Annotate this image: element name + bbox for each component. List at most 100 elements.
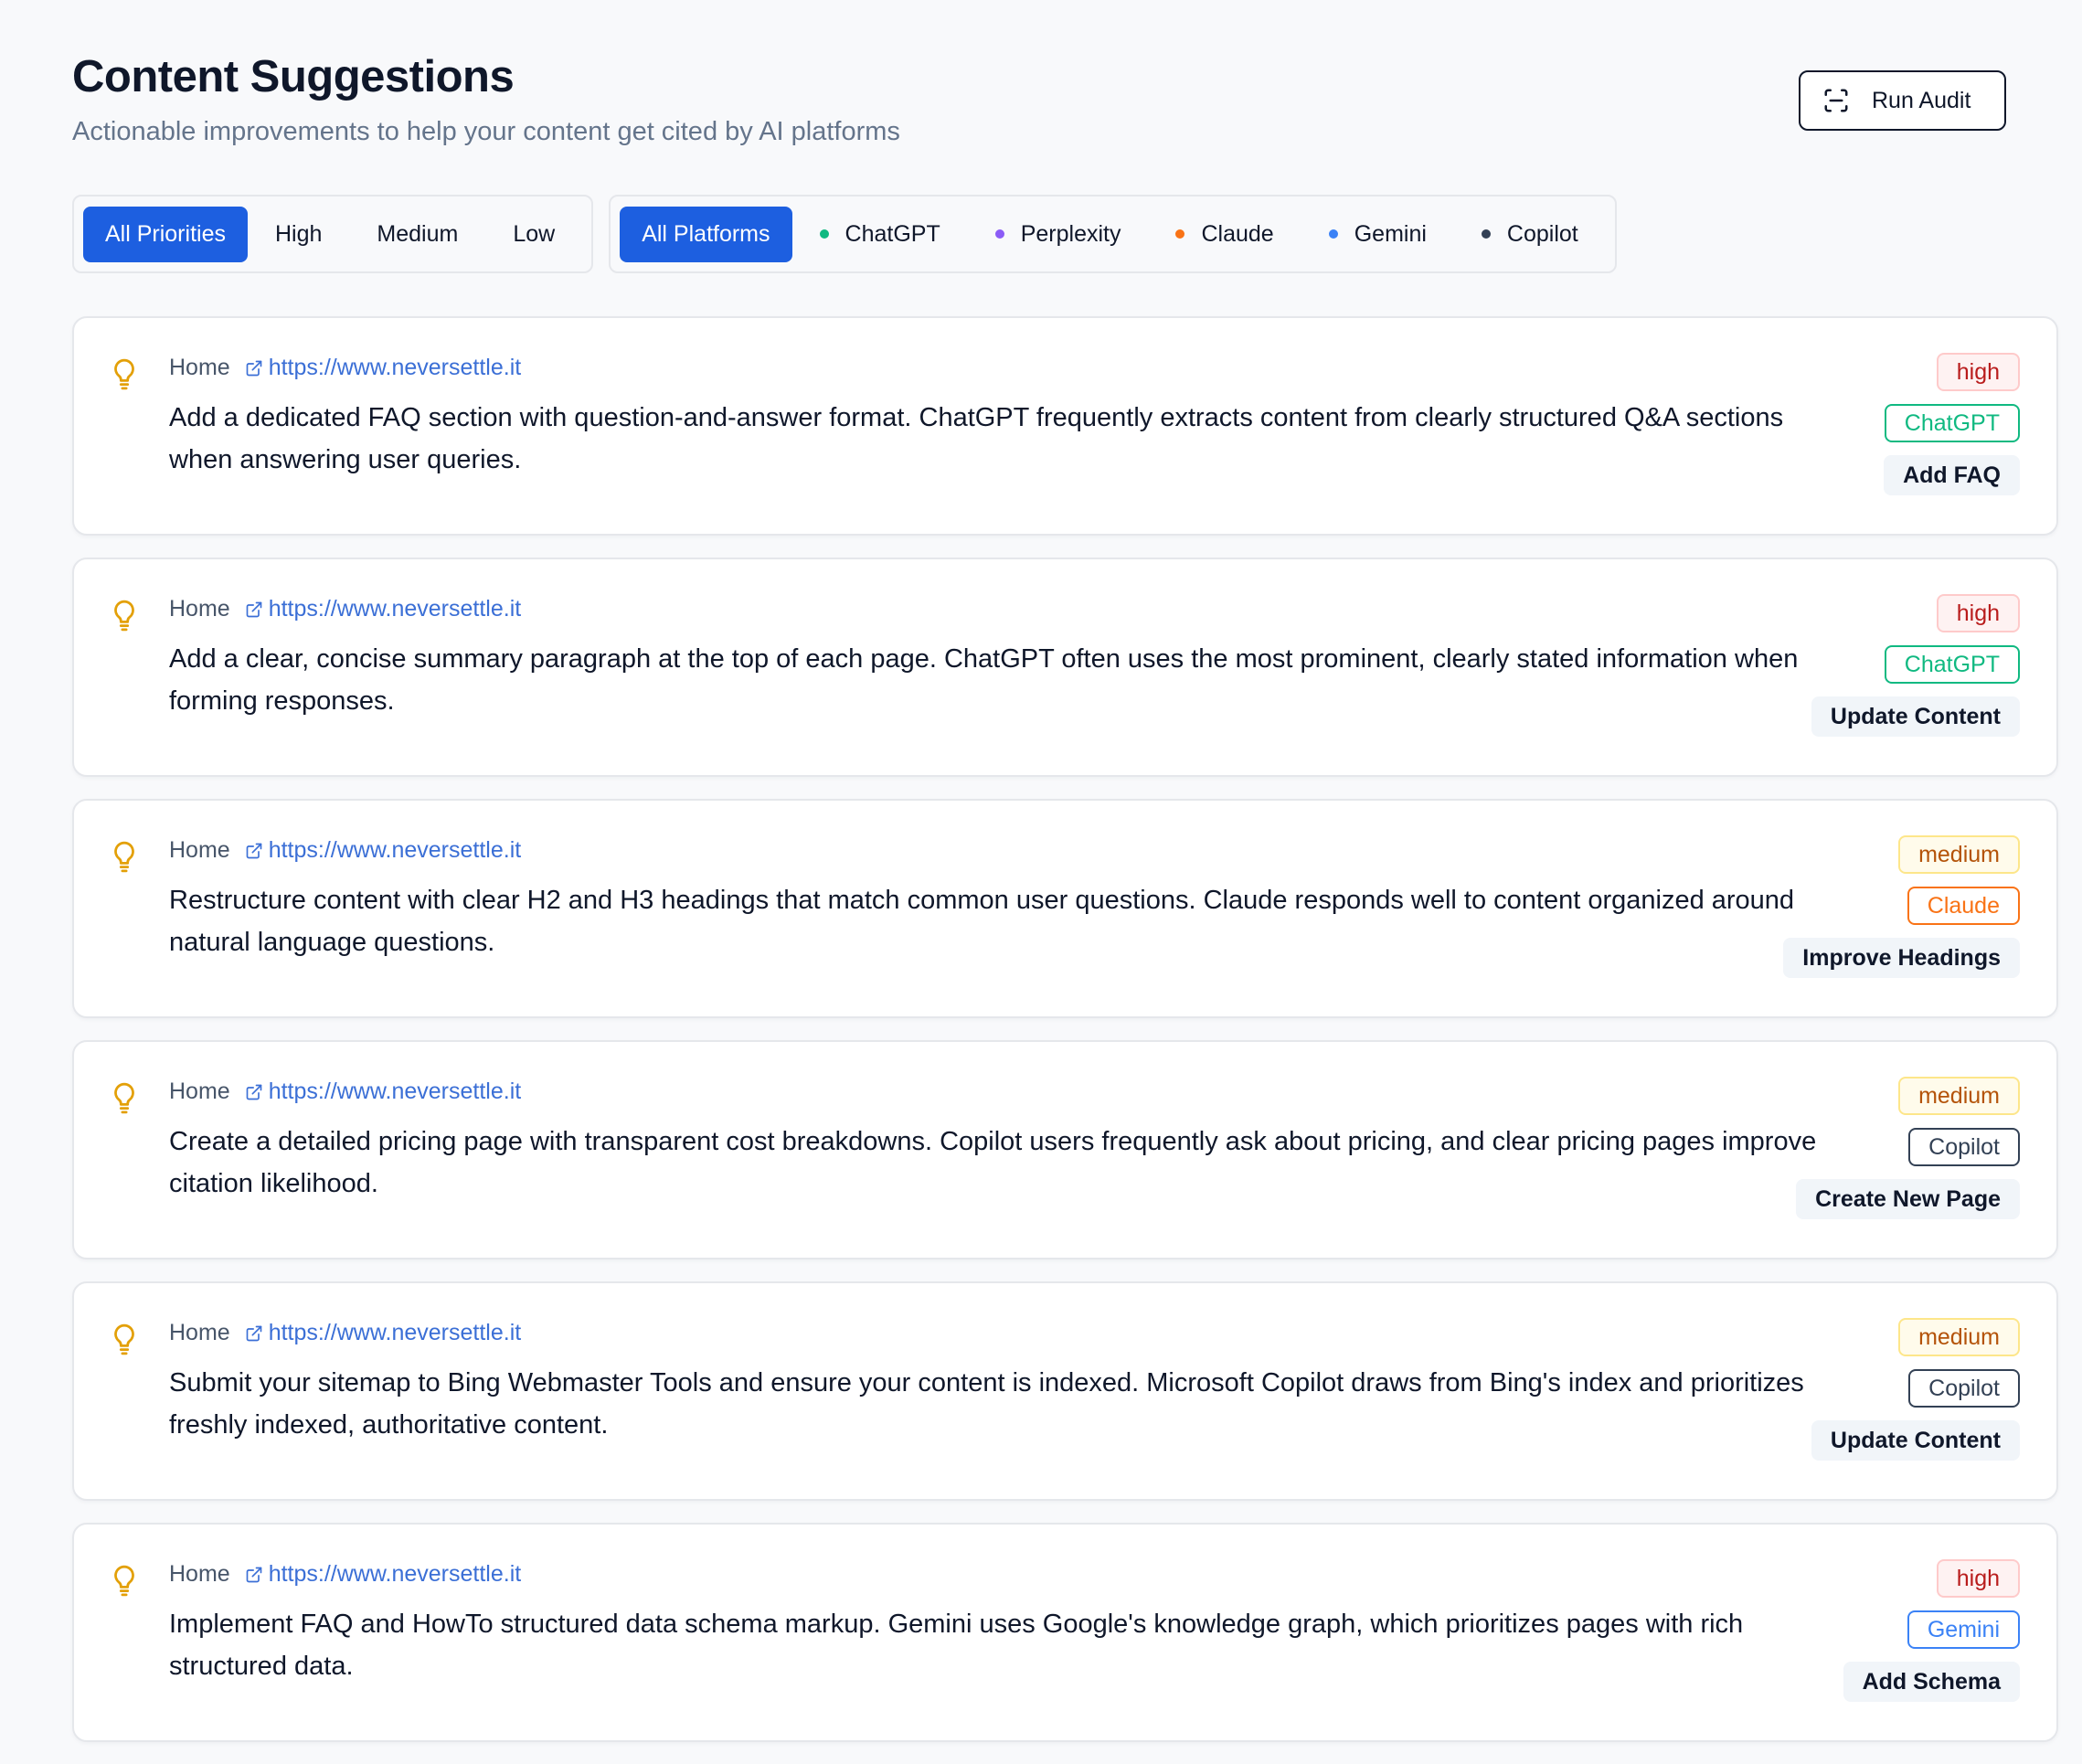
action-button[interactable]: Add FAQ bbox=[1884, 455, 2020, 495]
suggestion-meta: Home https://www.neversettle.it bbox=[169, 1320, 521, 1346]
external-link-icon bbox=[246, 1084, 262, 1100]
priority-filter-medium[interactable]: Medium bbox=[349, 207, 485, 262]
suggestion-tags: medium Claude Improve Headings bbox=[1783, 835, 2020, 978]
page-header: Content Suggestions Actionable improveme… bbox=[72, 0, 2010, 183]
filter-label: High bbox=[274, 220, 323, 247]
platform-badge: Copilot bbox=[1908, 1369, 2020, 1408]
external-link-icon bbox=[246, 360, 262, 376]
priority-badge: high bbox=[1936, 1559, 2020, 1598]
page-url: https://www.neversettle.it bbox=[268, 596, 522, 622]
page-url-link[interactable]: https://www.neversettle.it bbox=[245, 355, 522, 381]
filter-bar: All Priorities High Medium Low All Platform… bbox=[72, 195, 1617, 273]
platform-dot-icon bbox=[1481, 229, 1491, 239]
scan-icon bbox=[1824, 89, 1848, 112]
suggestion-tags: high Gemini Add Schema bbox=[1843, 1559, 2020, 1702]
filter-label: Claude bbox=[1201, 220, 1274, 247]
suggestion-card: Home https://www.neversettle.it Add a de… bbox=[72, 316, 2058, 536]
priority-badge: high bbox=[1936, 353, 2020, 391]
suggestion-meta: Home https://www.neversettle.it bbox=[169, 355, 521, 381]
filter-label: All Priorities bbox=[105, 220, 226, 247]
suggestion-text: Restructure content with clear H2 and H3… bbox=[169, 886, 1795, 957]
suggestion-meta: Home https://www.neversettle.it bbox=[169, 1561, 521, 1588]
platform-filter-group: All Platforms ChatGPT Perplexity Claude Gemi… bbox=[609, 195, 1617, 273]
run-audit-button[interactable]: Run Audit bbox=[1799, 70, 2006, 131]
suggestion-card: Home https://www.neversettle.it Submit y… bbox=[72, 1281, 2058, 1501]
suggestion-text: Add a dedicated FAQ section with questio… bbox=[169, 403, 1784, 474]
page-name: Home bbox=[169, 1561, 230, 1587]
page-url-link[interactable]: https://www.neversettle.it bbox=[245, 1079, 522, 1105]
lightbulb-icon bbox=[114, 841, 134, 873]
suggestion-tags: high ChatGPT Update Content bbox=[1811, 594, 2020, 737]
lightbulb-icon bbox=[114, 358, 134, 390]
page-url: https://www.neversettle.it bbox=[268, 355, 522, 380]
page-name: Home bbox=[169, 596, 230, 622]
action-button[interactable]: Add Schema bbox=[1843, 1662, 2020, 1702]
priority-filter-low[interactable]: Low bbox=[485, 207, 582, 262]
priority-badge: medium bbox=[1898, 835, 2020, 874]
suggestion-tags: medium Copilot Create New Page bbox=[1796, 1077, 2020, 1219]
filter-label: Perplexity bbox=[1020, 220, 1121, 247]
platform-dot-icon bbox=[1175, 229, 1185, 239]
platform-badge: Copilot bbox=[1908, 1128, 2020, 1166]
filter-label: Low bbox=[513, 220, 556, 247]
page-url: https://www.neversettle.it bbox=[268, 1079, 522, 1104]
suggestion-text: Implement FAQ and HowTo structured data … bbox=[169, 1610, 1744, 1681]
action-button[interactable]: Create New Page bbox=[1796, 1179, 2020, 1219]
action-button[interactable]: Update Content bbox=[1811, 1420, 2020, 1461]
suggestion-meta: Home https://www.neversettle.it bbox=[169, 596, 521, 622]
page-name: Home bbox=[169, 1079, 230, 1104]
suggestion-card: Home https://www.neversettle.it Implemen… bbox=[72, 1523, 2058, 1742]
external-link-icon bbox=[246, 1567, 262, 1582]
priority-badge: medium bbox=[1898, 1318, 2020, 1356]
run-audit-label: Run Audit bbox=[1872, 87, 1971, 113]
page-url-link[interactable]: https://www.neversettle.it bbox=[245, 837, 521, 864]
platform-filter-perplexity[interactable]: Perplexity bbox=[968, 207, 1149, 262]
lightbulb-icon bbox=[114, 1082, 134, 1114]
suggestion-card: Home https://www.neversettle.it Restruct… bbox=[72, 799, 2058, 1018]
page-url-link[interactable]: https://www.neversettle.it bbox=[245, 1561, 522, 1588]
suggestion-card: Home https://www.neversettle.it Create a… bbox=[72, 1040, 2058, 1259]
page-subtitle: Actionable improvements to help your con… bbox=[72, 117, 900, 146]
platform-filter-all-platforms[interactable]: All Platforms bbox=[620, 206, 792, 262]
suggestion-tags: medium Copilot Update Content bbox=[1811, 1318, 2020, 1461]
page-name: Home bbox=[169, 837, 230, 863]
priority-filter-group: All Priorities High Medium Low bbox=[72, 195, 594, 273]
suggestion-text: Create a detailed pricing page with tran… bbox=[169, 1127, 1817, 1198]
page-url-link[interactable]: https://www.neversettle.it bbox=[245, 596, 522, 622]
action-button[interactable]: Update Content bbox=[1811, 696, 2020, 737]
suggestion-meta: Home https://www.neversettle.it bbox=[169, 837, 521, 864]
external-link-icon bbox=[246, 601, 262, 617]
suggestion-text: Add a clear, concise summary paragraph a… bbox=[169, 644, 1799, 716]
platform-filter-copilot[interactable]: Copilot bbox=[1454, 207, 1606, 262]
page-url: https://www.neversettle.it bbox=[268, 1320, 522, 1345]
page-title: Content Suggestions bbox=[72, 52, 515, 101]
suggestion-meta: Home https://www.neversettle.it bbox=[169, 1079, 521, 1105]
filter-label: Medium bbox=[377, 220, 459, 247]
filter-label: Copilot bbox=[1506, 220, 1578, 247]
page-name: Home bbox=[169, 355, 230, 380]
filter-label: All Platforms bbox=[642, 220, 770, 247]
suggestion-text: Submit your sitemap to Bing Webmaster To… bbox=[169, 1368, 1804, 1440]
suggestion-tags: high ChatGPT Add FAQ bbox=[1884, 353, 2020, 495]
external-link-icon bbox=[246, 1325, 262, 1341]
platform-dot-icon bbox=[819, 229, 829, 239]
page-url: https://www.neversettle.it bbox=[268, 1561, 522, 1587]
platform-filter-claude[interactable]: Claude bbox=[1148, 207, 1301, 262]
platform-badge: Claude bbox=[1907, 887, 2020, 925]
platform-badge: Gemini bbox=[1907, 1610, 2020, 1649]
priority-badge: high bbox=[1936, 594, 2020, 632]
platform-filter-gemini[interactable]: Gemini bbox=[1301, 207, 1454, 262]
lightbulb-icon bbox=[114, 1323, 134, 1355]
priority-filter-all-priorities[interactable]: All Priorities bbox=[83, 206, 248, 262]
platform-badge: ChatGPT bbox=[1884, 404, 2020, 442]
external-link-icon bbox=[246, 843, 262, 858]
priority-filter-high[interactable]: High bbox=[248, 207, 349, 262]
action-button[interactable]: Improve Headings bbox=[1783, 938, 2020, 978]
page-url-link[interactable]: https://www.neversettle.it bbox=[245, 1320, 522, 1346]
platform-filter-chatgpt[interactable]: ChatGPT bbox=[792, 207, 968, 262]
priority-badge: medium bbox=[1898, 1077, 2020, 1115]
filter-label: Gemini bbox=[1354, 220, 1427, 247]
suggestion-card: Home https://www.neversettle.it Add a cl… bbox=[72, 558, 2058, 777]
lightbulb-icon bbox=[114, 600, 134, 632]
platform-dot-icon bbox=[994, 229, 1004, 239]
